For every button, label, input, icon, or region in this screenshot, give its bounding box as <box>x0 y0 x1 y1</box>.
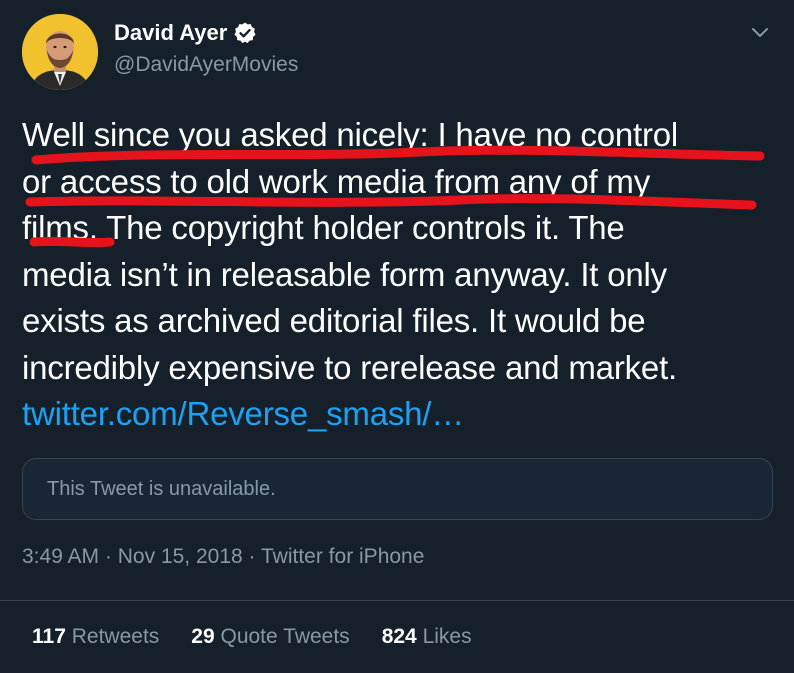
quote-tweets-count: 29 <box>191 625 215 648</box>
quoted-tweet-unavailable-text: This Tweet is unavailable. <box>47 478 276 500</box>
likes-count: 824 <box>381 625 417 648</box>
tweet-text-line: media isn’t in releasable form anyway. I… <box>22 255 667 293</box>
tweet-body: Well since you asked nicely: I have no c… <box>22 112 782 438</box>
tweet-stats: 117 Retweets 29 Quote Tweets 824 Likes <box>32 625 472 649</box>
meta-separator: · <box>248 545 256 568</box>
tweet-text-line: films. The copyright holder controls it.… <box>22 209 625 246</box>
quote-tweets-label: Quote Tweets <box>220 625 350 648</box>
tweet-text-line: Well since you asked nicely: I have no c… <box>22 116 679 153</box>
likes-label: Likes <box>422 625 472 648</box>
tweet-meta: 3:49 AM · Nov 15, 2018 · Twitter for iPh… <box>22 545 424 569</box>
verified-badge-icon <box>233 21 257 45</box>
likes-stat[interactable]: 824 Likes <box>382 625 472 649</box>
divider <box>0 600 794 601</box>
tweet-text-line: exists as archived editorial files. It w… <box>22 302 646 339</box>
author-avatar[interactable] <box>22 14 98 90</box>
retweets-stat[interactable]: 117 Retweets <box>32 625 159 649</box>
retweets-label: Retweets <box>71 625 160 648</box>
tweet-card: David Ayer @DavidAyerMovies Well since y… <box>0 0 794 673</box>
tweet-text-line: or access to old work media from any of … <box>22 162 650 200</box>
author-display-name[interactable]: David Ayer <box>114 20 227 46</box>
author-handle[interactable]: @DavidAyerMovies <box>114 52 298 78</box>
tweet-source[interactable]: Twitter for iPhone <box>261 545 424 568</box>
meta-separator: · <box>104 545 112 568</box>
tweet-text-line: incredibly expensive to rerelease and ma… <box>22 348 678 386</box>
quote-tweets-stat[interactable]: 29 Quote Tweets <box>191 625 349 649</box>
author-name-row: David Ayer <box>114 20 257 46</box>
retweets-count: 117 <box>32 625 66 648</box>
chevron-down-icon[interactable] <box>750 22 770 42</box>
tweet-date[interactable]: Nov 15, 2018 <box>118 545 243 568</box>
tweet-time[interactable]: 3:49 AM <box>22 545 99 568</box>
avatar-bearded-man-icon <box>22 14 98 90</box>
tweet-link[interactable]: twitter.com/Reverse_smash/… <box>22 391 782 438</box>
quoted-tweet-card[interactable]: This Tweet is unavailable. <box>22 458 773 520</box>
